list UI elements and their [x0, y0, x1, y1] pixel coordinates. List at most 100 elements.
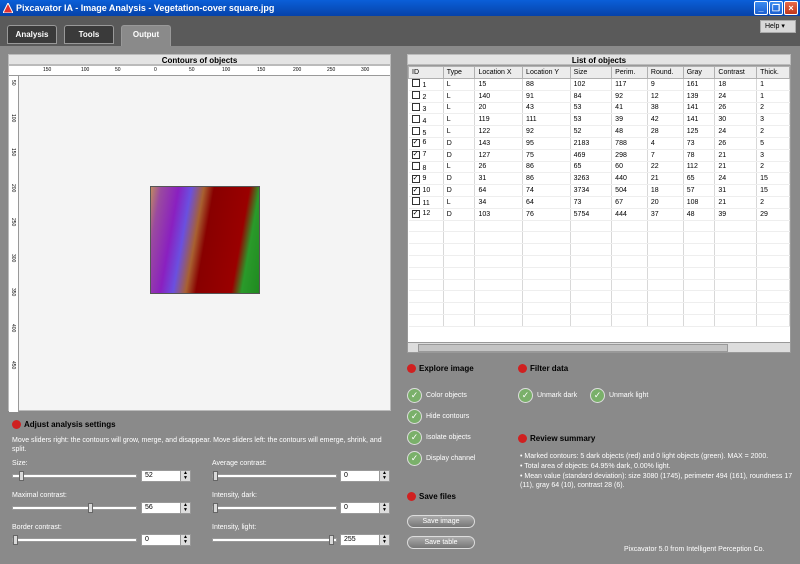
table-cell: 21: [714, 149, 758, 162]
border-slider[interactable]: [12, 535, 137, 545]
maxcontrast-value: 56: [145, 504, 153, 511]
col-header[interactable]: ID: [408, 66, 444, 79]
table-cell: 76: [522, 208, 571, 221]
table-row[interactable]: ✓ 7 D 127 75 469 298 7 78 21 3: [408, 149, 790, 162]
slider-knob[interactable]: [18, 471, 24, 481]
col-header[interactable]: Location X: [474, 66, 524, 79]
slider-knob[interactable]: [13, 535, 18, 545]
empty-row: [408, 243, 790, 256]
table-cell: [756, 279, 790, 292]
help-menu[interactable]: Help ▾: [760, 20, 796, 33]
maxcontrast-slider[interactable]: [12, 503, 137, 513]
maxcontrast-input[interactable]: 56 ▲ ▼: [141, 502, 191, 514]
intlight-input[interactable]: 255 ▲ ▼: [340, 534, 390, 546]
table-row[interactable]: ✓ 10 D 64 74 3734 504 18 57 31 15: [408, 184, 790, 197]
table-cell: [522, 302, 571, 315]
col-header[interactable]: Round.: [646, 66, 684, 79]
intdark-input[interactable]: 0 ▲ ▼: [340, 502, 390, 514]
table-cell: 88: [522, 78, 571, 91]
table-cell: 3263: [570, 172, 613, 186]
slider-knob[interactable]: [88, 503, 94, 513]
table-cell: [443, 302, 476, 315]
left-ruler: 50 100 150 200 250 300 350 400 450: [9, 76, 19, 412]
row-checkbox[interactable]: ✓: [411, 151, 420, 160]
table-cell: 30: [714, 113, 758, 127]
table-row[interactable]: ✓ 6 D 143 95 2183 788 4 73 26 5: [408, 137, 790, 150]
spin-arrows[interactable]: ▲ ▼: [379, 503, 389, 513]
table-cell: [522, 231, 571, 245]
col-header[interactable]: Perim.: [611, 66, 648, 79]
row-checkbox[interactable]: ✓: [411, 174, 420, 183]
maxcontrast-label: Maximal contrast:: [12, 492, 67, 499]
row-checkbox[interactable]: [411, 161, 420, 170]
spin-arrows[interactable]: ▲ ▼: [180, 471, 190, 481]
table-row[interactable]: 1 L 15 88 102 117 9 161 18 1: [408, 78, 790, 91]
table-row[interactable]: 8 L 26 86 65 60 22 112 21 2: [408, 161, 790, 174]
intdark-value: 0: [344, 504, 348, 511]
toggle-hide-contours[interactable]: ✓ Hide contours: [407, 408, 469, 424]
spin-arrows[interactable]: ▲ ▼: [379, 471, 389, 481]
intlight-label: Intensity, light:: [212, 524, 257, 531]
row-checkbox[interactable]: ✓: [411, 139, 420, 148]
table-row[interactable]: 3 L 20 43 53 41 38 141 26 2: [408, 102, 790, 115]
save-image-button[interactable]: Save image: [407, 515, 475, 528]
col-header[interactable]: Contrast: [714, 66, 758, 79]
toggle-unmark-dark[interactable]: ✓ Unmark dark: [518, 387, 577, 403]
row-checkbox[interactable]: [411, 91, 420, 100]
col-header[interactable]: Thick.: [756, 66, 790, 79]
row-checkbox[interactable]: [411, 114, 420, 123]
size-input[interactable]: 52 ▲ ▼: [141, 470, 191, 482]
spin-arrows[interactable]: ▲ ▼: [180, 503, 190, 513]
avgcontrast-input[interactable]: 0 ▲ ▼: [340, 470, 390, 482]
table-row[interactable]: 4 L 119 111 53 39 42 141 30 3: [408, 113, 790, 127]
toggle-display-channel[interactable]: ✓ Display channel: [407, 450, 475, 466]
toggle-color-objects[interactable]: ✓ Color objects: [407, 387, 467, 403]
table-row[interactable]: 2 L 140 91 84 92 12 139 24 1: [408, 90, 790, 103]
table-row[interactable]: 11 L 34 64 73 67 20 108 21 2: [408, 196, 790, 209]
row-checkbox[interactable]: [411, 126, 420, 135]
row-checkbox[interactable]: [411, 102, 420, 111]
row-checkbox[interactable]: ✓: [411, 210, 420, 219]
table-cell: [647, 267, 684, 280]
row-checkbox[interactable]: ✓: [411, 186, 420, 195]
table-cell: ✓ 12: [408, 208, 444, 221]
minimize-button[interactable]: _: [754, 1, 768, 15]
horizontal-scrollbar[interactable]: [408, 342, 790, 352]
row-checkbox[interactable]: [411, 79, 420, 88]
slider-knob[interactable]: [213, 471, 218, 481]
intlight-slider[interactable]: [212, 535, 337, 545]
tab-tools[interactable]: Tools: [64, 25, 114, 44]
spin-arrows[interactable]: ▲ ▼: [180, 535, 190, 545]
table-row[interactable]: ✓ 9 D 31 86 3263 440 21 65 24 15: [408, 172, 790, 186]
intdark-slider[interactable]: [212, 503, 337, 513]
table-cell: 84: [570, 90, 613, 103]
row-checkbox[interactable]: [411, 197, 420, 206]
table-cell: [714, 314, 758, 327]
toggle-label: Display channel: [426, 454, 476, 462]
scrollbar-thumb[interactable]: [418, 344, 728, 352]
tab-analysis[interactable]: Analysis: [7, 25, 57, 44]
maximize-button[interactable]: ❐: [769, 1, 783, 15]
slider-knob[interactable]: [329, 535, 334, 545]
toggle-unmark-light[interactable]: ✓ Unmark light: [590, 387, 648, 403]
col-header[interactable]: Gray: [682, 66, 716, 79]
slider-knob[interactable]: [213, 503, 218, 513]
close-button[interactable]: ×: [784, 1, 798, 15]
border-input[interactable]: 0 ▲ ▼: [141, 534, 191, 546]
table-row[interactable]: 5 L 122 92 52 48 28 125 24 2: [408, 125, 790, 138]
objects-table[interactable]: ID Type Location X Location Y Size Perim…: [407, 65, 791, 353]
tab-output[interactable]: Output: [121, 25, 171, 46]
table-row[interactable]: ✓ 12 D 103 76 5754 444 37 48 39 29: [408, 208, 790, 221]
col-header[interactable]: Size: [569, 66, 613, 79]
save-table-button[interactable]: Save table: [407, 536, 475, 549]
table-cell: 28: [647, 125, 684, 138]
table-cell: 34: [474, 196, 524, 209]
spin-arrows[interactable]: ▲ ▼: [379, 535, 389, 545]
summary-line: • Total area of objects: 64.95% dark, 0.…: [520, 463, 671, 470]
size-slider[interactable]: [12, 471, 137, 481]
table-cell: [522, 279, 571, 292]
avgcontrast-slider[interactable]: [212, 471, 337, 481]
col-header[interactable]: Type: [442, 66, 476, 79]
col-header[interactable]: Location Y: [522, 66, 571, 79]
toggle-isolate-objects[interactable]: ✓ Isolate objects: [407, 429, 471, 445]
